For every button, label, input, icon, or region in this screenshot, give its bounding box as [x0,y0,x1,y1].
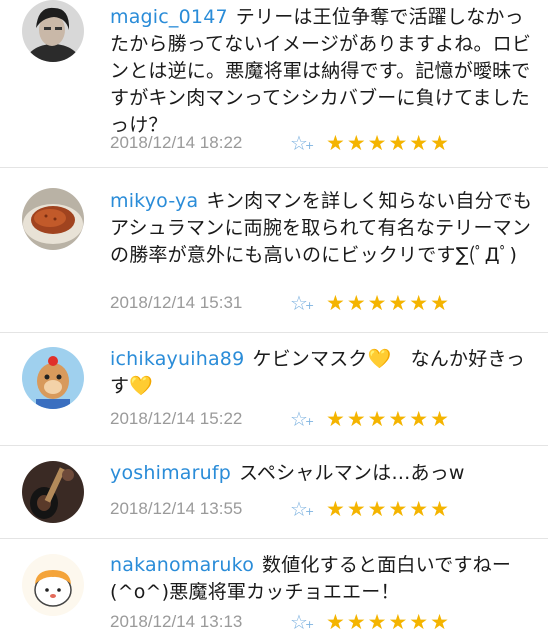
username-link[interactable]: yoshimarufp [110,462,231,484]
comment-meta: 2018/12/14 18:22 ☆ + ★★★★★★ [110,130,451,156]
man-portrait-avatar [22,0,84,62]
star-rating: ★★★★★★ [326,131,451,155]
star-plus-icon[interactable]: ☆ + [290,407,326,431]
username-link[interactable]: nakanomaruko [110,554,254,576]
comment-meta: 2018/12/14 13:13 ☆ + ★★★★★★ [110,609,451,635]
comment-meta: 2018/12/14 13:55 ☆ + ★★★★★★ [110,496,451,522]
star-rating: ★★★★★★ [326,407,451,431]
comment-text: yoshimarufp スペシャルマンは…あっw [110,460,534,487]
comment-item: yoshimarufp スペシャルマンは…あっw 2018/12/14 13:55… [0,446,548,539]
comment-meta: 2018/12/14 15:31 ☆ + ★★★★★★ [110,290,451,316]
comment-date: 2018/12/14 13:55 [110,499,243,518]
comment-body: スペシャルマンは…あっw [239,462,465,484]
avatar-nakanomaruko[interactable] [22,554,84,616]
comment-text: nakanomaruko 数値化すると面白いですねー(^o^)悪魔将軍カッチョエエ… [110,552,534,606]
guitar-avatar [22,461,84,523]
username-link[interactable]: mikyo-ya [110,190,198,212]
star-plus-icon[interactable]: ☆ + [290,610,326,634]
comment-text: ichikayuiha89 ケビンマスク💛 なんか好きっす💛 [110,346,534,400]
comment-item: mikyo-ya キン肉マンを詳しく知らない自分でもアシュラマンに両腕を取られて有… [0,168,548,333]
comment-item: magic_0147 テリーは王位争奪で活躍しなかったから勝ってないイメージがあり… [0,0,548,168]
username-link[interactable]: magic_0147 [110,6,228,28]
food-dish-avatar [22,188,84,250]
deer-character-avatar [22,347,84,409]
comment-date: 2018/12/14 18:22 [110,133,243,152]
comment-date: 2018/12/14 15:31 [110,293,243,312]
comment-item: ichikayuiha89 ケビンマスク💛 なんか好きっす💛 2018/12/14… [0,333,548,446]
comment-meta: 2018/12/14 15:22 ☆ + ★★★★★★ [110,406,451,432]
comment-date: 2018/12/14 15:22 [110,409,243,428]
star-plus-icon[interactable]: ☆ + [290,497,326,521]
avatar-mikyo-ya[interactable] [22,188,84,250]
avatar-magic-0147[interactable] [22,0,84,62]
comment-text: mikyo-ya キン肉マンを詳しく知らない自分でもアシュラマンに両腕を取られて有… [110,188,534,269]
star-plus-icon[interactable]: ☆ + [290,131,326,155]
star-rating: ★★★★★★ [326,291,451,315]
avatar-yoshimarufp[interactable] [22,461,84,523]
avatar-ichikayuiha89[interactable] [22,347,84,409]
star-plus-icon[interactable]: ☆ + [290,291,326,315]
star-rating: ★★★★★★ [326,497,451,521]
username-link[interactable]: ichikayuiha89 [110,348,244,370]
star-rating: ★★★★★★ [326,610,451,634]
comment-item: nakanomaruko 数値化すると面白いですねー(^o^)悪魔将軍カッチョエエ… [0,539,548,640]
comment-text: magic_0147 テリーは王位争奪で活躍しなかったから勝ってないイメージがあり… [110,4,534,139]
comment-date: 2018/12/14 13:13 [110,612,243,631]
comment-list: magic_0147 テリーは王位争奪で活躍しなかったから勝ってないイメージがあり… [0,0,548,640]
maru-character-avatar [22,554,84,616]
